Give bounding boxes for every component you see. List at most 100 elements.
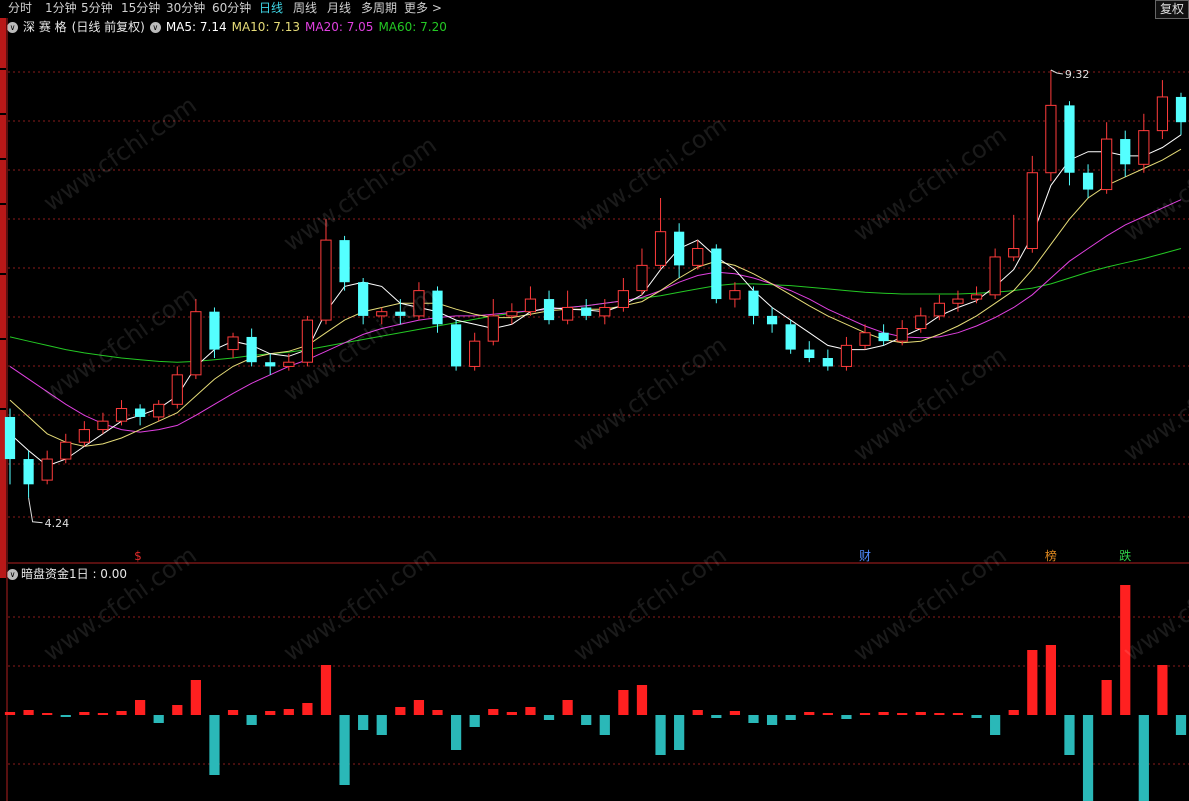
candle[interactable] xyxy=(785,320,796,354)
fund-bar xyxy=(209,715,220,775)
event-marker-3[interactable]: 跌 xyxy=(1119,548,1131,563)
candle[interactable] xyxy=(320,219,332,325)
event-marker-2[interactable]: 榜 xyxy=(1045,548,1057,563)
candle-body xyxy=(1138,130,1150,165)
candle[interactable] xyxy=(654,198,667,270)
fund-bar xyxy=(971,715,982,718)
candle-body xyxy=(301,319,314,363)
candle[interactable] xyxy=(4,408,16,485)
candle[interactable] xyxy=(674,223,685,278)
event-marker-0[interactable]: $ xyxy=(134,549,142,563)
candle[interactable] xyxy=(413,282,425,321)
candle[interactable] xyxy=(78,421,90,447)
candle-body xyxy=(265,362,276,367)
candle[interactable] xyxy=(636,248,648,295)
candle[interactable] xyxy=(878,324,889,346)
candle-body xyxy=(190,311,202,376)
candle[interactable] xyxy=(524,286,537,316)
candle[interactable] xyxy=(859,324,871,350)
candle[interactable] xyxy=(97,412,109,434)
candle-body xyxy=(246,336,257,363)
candle[interactable] xyxy=(1008,214,1020,262)
candle[interactable] xyxy=(970,286,983,304)
candle[interactable] xyxy=(171,366,183,409)
candle-body xyxy=(487,315,499,342)
candle[interactable] xyxy=(896,320,908,346)
candle[interactable] xyxy=(1101,122,1113,194)
fund-bar xyxy=(320,665,332,715)
candle[interactable] xyxy=(711,244,722,304)
candle[interactable] xyxy=(1045,70,1057,182)
candle[interactable] xyxy=(1156,80,1169,140)
candle[interactable] xyxy=(840,336,853,371)
fund-bar xyxy=(97,713,109,715)
fund-bar xyxy=(60,715,71,717)
fund-bar xyxy=(748,715,759,723)
candle[interactable] xyxy=(1175,92,1187,135)
candle[interactable] xyxy=(729,282,741,308)
candle[interactable] xyxy=(1064,101,1075,186)
fund-bar xyxy=(1175,715,1187,735)
event-marker-1[interactable]: 财 xyxy=(859,549,871,563)
low-marker xyxy=(28,497,43,524)
candle[interactable] xyxy=(265,353,276,375)
candle-body xyxy=(41,458,53,481)
candle-body xyxy=(1120,139,1131,165)
candle-body xyxy=(1064,105,1075,173)
candle-body xyxy=(543,299,555,321)
candle[interactable] xyxy=(617,278,629,312)
candle[interactable] xyxy=(822,349,833,371)
fund-bar xyxy=(562,700,573,715)
candle[interactable] xyxy=(562,290,574,325)
candle[interactable] xyxy=(933,294,945,321)
candle-body xyxy=(134,408,146,417)
candle[interactable] xyxy=(115,400,128,426)
candle[interactable] xyxy=(23,450,34,498)
fund-bar xyxy=(990,715,1001,735)
candle[interactable] xyxy=(246,328,257,367)
fund-bar xyxy=(79,712,90,715)
candle[interactable] xyxy=(1082,164,1094,198)
candle[interactable] xyxy=(134,404,146,426)
candle[interactable] xyxy=(543,290,555,325)
fund-bar xyxy=(525,707,536,715)
candle-body xyxy=(4,416,16,460)
candle[interactable] xyxy=(209,307,220,358)
candle[interactable] xyxy=(766,307,778,333)
fund-bar xyxy=(618,690,629,715)
candle[interactable] xyxy=(1138,113,1150,173)
candle-body xyxy=(283,361,295,367)
fund-bar xyxy=(1157,665,1168,715)
candle[interactable] xyxy=(153,400,165,422)
fund-bar xyxy=(711,715,722,718)
fund-bar xyxy=(729,711,741,715)
candle[interactable] xyxy=(692,240,704,270)
candle[interactable] xyxy=(915,307,927,333)
candle[interactable] xyxy=(748,286,759,325)
candle[interactable] xyxy=(41,450,53,485)
ma5-line xyxy=(9,134,1182,467)
fund-bar xyxy=(766,715,778,725)
fund-bar xyxy=(1045,645,1057,715)
kline-chart[interactable]: 9.32 4.24 $ 财 榜 跌 xyxy=(0,0,1189,801)
candle-body xyxy=(915,315,927,330)
ma20-line xyxy=(9,199,1182,433)
candle[interactable] xyxy=(339,235,350,291)
candle[interactable] xyxy=(487,299,499,346)
candle[interactable] xyxy=(376,307,388,325)
candle[interactable] xyxy=(989,248,1001,300)
candle[interactable] xyxy=(804,341,815,363)
candle[interactable] xyxy=(469,332,481,371)
candle-body xyxy=(524,298,537,313)
candle-body xyxy=(711,248,722,300)
candle[interactable] xyxy=(506,303,518,325)
fund-bar xyxy=(227,710,239,715)
candle[interactable] xyxy=(60,433,72,464)
candle[interactable] xyxy=(190,299,202,380)
high-marker xyxy=(1050,69,1063,75)
fund-bar xyxy=(395,707,406,715)
candle[interactable] xyxy=(301,315,314,367)
candle[interactable] xyxy=(227,332,239,358)
candle-body xyxy=(413,290,425,317)
candle[interactable] xyxy=(450,320,462,371)
